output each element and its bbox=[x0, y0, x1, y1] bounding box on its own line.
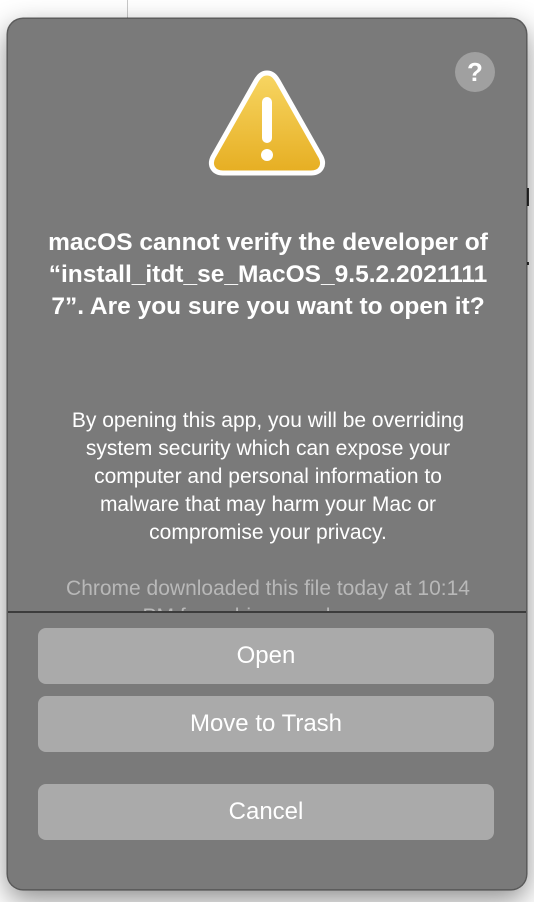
background-divider bbox=[127, 0, 128, 18]
dialog-title: macOS cannot verify the developer of “in… bbox=[48, 229, 488, 320]
dialog-message: By opening this app, you will be overrid… bbox=[71, 409, 465, 544]
background-edge-dot bbox=[527, 262, 529, 265]
warning-triangle-icon bbox=[208, 70, 326, 176]
move-to-trash-button[interactable]: Move to Trash bbox=[38, 696, 494, 752]
help-button[interactable]: ? bbox=[455, 52, 495, 92]
cancel-button[interactable]: Cancel bbox=[38, 784, 494, 840]
help-label: ? bbox=[467, 57, 483, 87]
security-alert-dialog: ? macOS cannot verify the developer of “… bbox=[7, 18, 527, 890]
open-button[interactable]: Open bbox=[38, 628, 494, 684]
